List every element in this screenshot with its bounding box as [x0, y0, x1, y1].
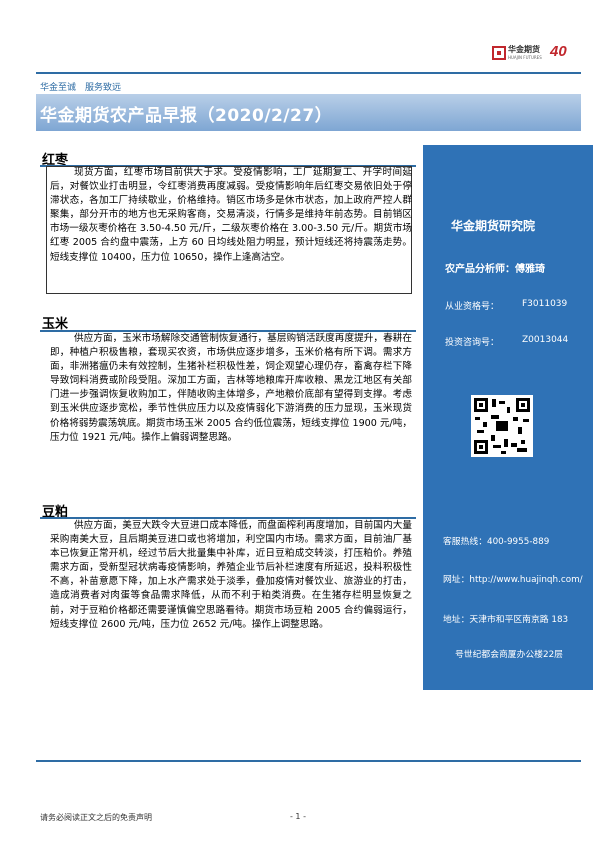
consult-value: Z0013044: [522, 335, 569, 345]
consult-label: 投资咨询号：: [445, 338, 500, 348]
logo-text: 华金期货: [508, 45, 540, 54]
disclaimer-note: 请务必阅读正文之后的免责声明: [40, 813, 152, 822]
section-body-jujube: 现货方面，红枣市场目前供大于求。受疫情影响，工厂延期复工、开学时间延后，对餐饮业…: [50, 167, 412, 263]
analyst-name: 农产品分析师：傅雅琦: [445, 264, 545, 275]
company-logo: 华金期货 HUAJIN FUTURES 40: [488, 43, 578, 68]
website-link[interactable]: 网址：http://www.huajinqh.com/: [443, 572, 583, 585]
address-line-1: 地址：天津市和平区南京路 183: [443, 615, 569, 625]
consult-row: 投资咨询号： Z0013044: [445, 335, 568, 348]
logo-mark-icon: [492, 46, 506, 60]
license-value: F3011039: [522, 299, 568, 309]
address-line-2: 号世纪都会商厦办公楼22层: [455, 650, 563, 660]
qr-code-icon: [471, 395, 533, 457]
anniversary-badge: 40: [550, 43, 567, 60]
footer-rule: [36, 760, 581, 762]
license-label: 从业资格号：: [445, 302, 500, 312]
page-number: - 1 -: [290, 812, 306, 821]
section-body-corn: 供应方面，玉米市场解除交通管制恢复通行，基层购销活跃度再度提升，春耕在即，种植户…: [50, 333, 412, 443]
license-row: 从业资格号： F3011039: [445, 299, 567, 312]
analyst-sidebar: 华金期货研究院 农产品分析师：傅雅琦 从业资格号： F3011039 投资咨询号…: [423, 145, 593, 690]
page-title: 华金期货农产品早报（2020/2/27）: [40, 106, 333, 126]
header-rule: [36, 72, 581, 74]
logo-subtext: HUAJIN FUTURES: [508, 55, 542, 60]
section-body-soymeal: 供应方面，美豆大跌令大豆进口成本降低，而盘面榨利再度增加，目前国内大量采购南美大…: [50, 520, 412, 630]
service-hotline: 客服热线：400-9955-889: [443, 537, 550, 547]
slogan: 华金至诚 服务致远: [40, 83, 122, 93]
institute-name: 华金期货研究院: [451, 219, 536, 233]
